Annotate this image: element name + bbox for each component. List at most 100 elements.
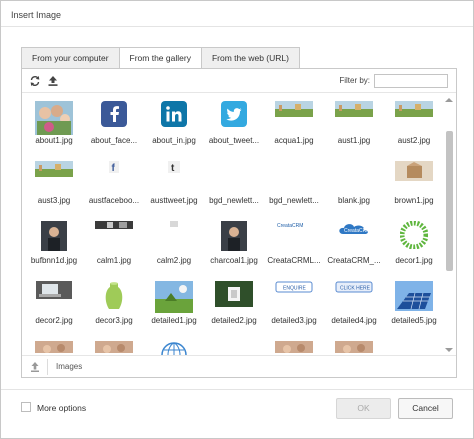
tab-from-computer[interactable]: From your computer xyxy=(21,47,119,69)
svg-text:CreataCRM: CreataCRM xyxy=(277,223,303,229)
photo-landscape-thumbnail[interactable] xyxy=(275,101,313,117)
photo-field-thumbnail[interactable] xyxy=(155,281,193,313)
gallery-item-caption: about_tweet... xyxy=(208,136,260,145)
gallery-item[interactable]: f austfaceboo... xyxy=(84,155,144,215)
photo-partial-thumbnail[interactable] xyxy=(95,341,133,353)
gallery-item[interactable]: detailed2.jpg xyxy=(204,275,264,335)
gallery-item-caption: about_in.jpg xyxy=(152,136,196,145)
title-divider xyxy=(1,26,473,27)
gallery-item[interactable]: about1.jpg xyxy=(24,95,84,155)
gallery-item[interactable]: decor3.jpg xyxy=(84,275,144,335)
gallery-item[interactable] xyxy=(144,335,204,355)
photo-landscape-thumbnail[interactable] xyxy=(35,161,73,177)
gallery-item[interactable]: blank.jpg xyxy=(324,155,384,215)
decor-circle-thumbnail[interactable] xyxy=(400,221,428,249)
gallery-item-caption: CreataCRML... xyxy=(267,256,321,265)
gallery-item-caption: blank.jpg xyxy=(337,196,371,205)
gallery-item-caption: aust3.jpg xyxy=(37,196,71,205)
vertical-scrollbar[interactable] xyxy=(444,95,454,355)
photo-partial-thumbnail[interactable] xyxy=(335,341,373,353)
more-options-checkbox[interactable] xyxy=(21,402,31,412)
gallery-item-caption: decor2.jpg xyxy=(35,316,73,325)
gallery-item[interactable] xyxy=(24,335,84,355)
gallery-item-caption: austfaceboo... xyxy=(88,196,140,205)
svg-text:ENQUIRE: ENQUIRE xyxy=(283,286,306,292)
gallery-item[interactable]: CLICK HERE detailed4.jpg xyxy=(324,275,384,335)
photo-small-thumbnail[interactable] xyxy=(170,221,178,227)
gallery-item[interactable]: decor2.jpg xyxy=(24,275,84,335)
facebook-logo-thumbnail[interactable] xyxy=(101,101,127,127)
photo-strip-thumbnail[interactable] xyxy=(95,221,133,229)
photo-laptop-thumbnail[interactable] xyxy=(36,281,72,299)
svg-text:CLICK HERE: CLICK HERE xyxy=(340,286,371,292)
gallery-toolbar: Filter by: xyxy=(22,69,456,93)
gallery-item[interactable]: t austtweet.jpg xyxy=(144,155,204,215)
scroll-down-arrow-icon[interactable] xyxy=(445,348,453,352)
gallery-item[interactable]: calm1.jpg xyxy=(84,215,144,275)
gallery-item[interactable]: aust3.jpg xyxy=(24,155,84,215)
gallery-item[interactable] xyxy=(324,335,384,355)
gallery-item[interactable]: bgd_newlett... xyxy=(264,155,324,215)
photo-person-thumbnail[interactable] xyxy=(41,221,67,251)
tab-from-gallery[interactable]: From the gallery xyxy=(118,47,201,69)
tab-bar: From your computer From the gallery From… xyxy=(21,47,300,69)
photo-people-thumbnail[interactable] xyxy=(35,101,73,135)
photo-landscape-thumbnail[interactable] xyxy=(395,101,433,117)
photo-vase-thumbnail[interactable] xyxy=(103,281,125,313)
logo-text-thumbnail[interactable]: CreataCRM xyxy=(276,221,312,229)
refresh-icon[interactable] xyxy=(29,75,41,87)
facebook-small-thumbnail[interactable]: f xyxy=(109,161,119,173)
gallery-item[interactable]: CreataCRM CreataCRML... xyxy=(264,215,324,275)
more-options-label[interactable]: More options xyxy=(37,403,86,413)
cancel-button[interactable]: Cancel xyxy=(398,398,453,419)
gallery-item[interactable]: decor1.jpg xyxy=(384,215,443,275)
upload-icon[interactable] xyxy=(30,361,40,373)
ok-button[interactable]: OK xyxy=(336,398,391,419)
filter-input[interactable] xyxy=(374,74,448,88)
gallery-item[interactable]: CreataCRM CreataCRM_... xyxy=(324,215,384,275)
photo-box-thumbnail[interactable] xyxy=(395,161,433,181)
tab-from-web[interactable]: From the web (URL) xyxy=(200,47,300,69)
gallery-item[interactable] xyxy=(204,335,264,355)
logo-cloud-thumbnail[interactable]: CreataCRM xyxy=(335,221,373,237)
photo-frame-thumbnail[interactable] xyxy=(215,281,253,307)
button-click-thumbnail[interactable]: CLICK HERE xyxy=(335,281,373,293)
gallery-item[interactable]: bufbnn1d.jpg xyxy=(24,215,84,275)
gallery-item[interactable]: aust2.jpg xyxy=(384,95,443,155)
gallery-item[interactable]: bgd_newlett... xyxy=(204,155,264,215)
upload-icon[interactable] xyxy=(47,75,59,87)
photo-landscape-thumbnail[interactable] xyxy=(335,101,373,117)
gallery-item[interactable]: detailed5.jpg xyxy=(384,275,443,335)
photo-solar-thumbnail[interactable] xyxy=(395,281,433,311)
gallery-panel: Filter by: about1.jpg about_face... about_… xyxy=(21,68,457,378)
globe-thumbnail[interactable] xyxy=(159,341,189,355)
gallery-item-caption: brown1.jpg xyxy=(394,196,434,205)
photo-partial-thumbnail[interactable] xyxy=(275,341,313,353)
scroll-up-arrow-icon[interactable] xyxy=(445,98,453,102)
photo-person-thumbnail[interactable] xyxy=(221,221,247,251)
gallery-item[interactable]: acqua1.jpg xyxy=(264,95,324,155)
gallery-item[interactable]: about_in.jpg xyxy=(144,95,204,155)
scrollbar-thumb[interactable] xyxy=(446,131,453,271)
gallery-item[interactable]: aust1.jpg xyxy=(324,95,384,155)
gallery-item[interactable]: charcoal1.jpg xyxy=(204,215,264,275)
gallery-item-caption: bgd_newlett... xyxy=(209,196,259,205)
filter-label: Filter by: xyxy=(339,76,370,85)
gallery-item[interactable] xyxy=(264,335,324,355)
photo-partial-thumbnail[interactable] xyxy=(35,341,73,353)
gallery-item[interactable]: about_face... xyxy=(84,95,144,155)
gallery-item-caption: charcoal1.jpg xyxy=(210,256,258,265)
button-enquire-thumbnail[interactable]: ENQUIRE xyxy=(275,281,313,293)
gallery-item-caption: aust1.jpg xyxy=(337,136,371,145)
gallery-item[interactable] xyxy=(84,335,144,355)
gallery-item[interactable]: ENQUIRE detailed3.jpg xyxy=(264,275,324,335)
status-divider xyxy=(47,359,48,375)
gallery-item-caption: calm2.jpg xyxy=(156,256,192,265)
twitter-small-thumbnail[interactable]: t xyxy=(168,161,180,173)
gallery-item[interactable]: calm2.jpg xyxy=(144,215,204,275)
gallery-item[interactable]: brown1.jpg xyxy=(384,155,443,215)
linkedin-logo-thumbnail[interactable] xyxy=(161,101,187,127)
gallery-item[interactable]: about_tweet... xyxy=(204,95,264,155)
gallery-item[interactable]: detailed1.jpg xyxy=(144,275,204,335)
twitter-logo-thumbnail[interactable] xyxy=(221,101,247,127)
